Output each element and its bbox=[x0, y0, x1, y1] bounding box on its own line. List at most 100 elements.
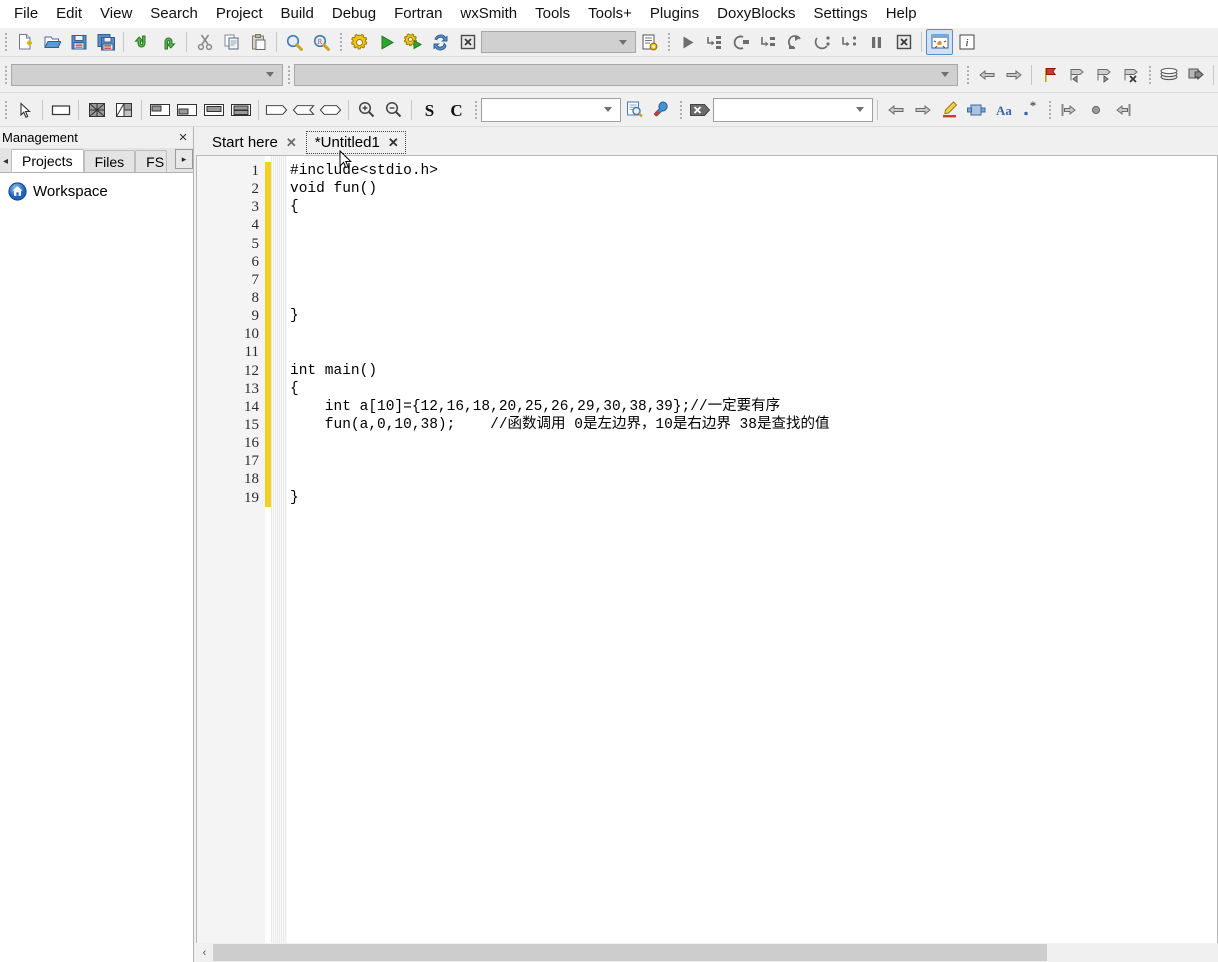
fold-margin[interactable] bbox=[271, 156, 287, 943]
debug-next-instruction-icon[interactable] bbox=[809, 29, 836, 55]
redo-icon[interactable] bbox=[155, 29, 182, 55]
scrollbar-thumb[interactable] bbox=[213, 944, 1048, 961]
toolbar-grip[interactable] bbox=[2, 31, 9, 53]
code-line[interactable]: } bbox=[287, 489, 1217, 507]
spacer-both-icon[interactable] bbox=[317, 97, 344, 123]
find-icon[interactable] bbox=[281, 29, 308, 55]
build-target-combo[interactable] bbox=[481, 31, 636, 53]
replace-icon[interactable]: R bbox=[308, 29, 335, 55]
code-line[interactable]: { bbox=[287, 380, 1217, 398]
debug-run-to-cursor-icon[interactable] bbox=[701, 29, 728, 55]
horizontal-scrollbar[interactable]: ‹ bbox=[196, 943, 1218, 962]
code-text[interactable]: #include<stdio.h> void fun(){} int main(){… bbox=[287, 156, 1217, 943]
scroll-left-button[interactable]: ‹ bbox=[196, 944, 213, 961]
menu-fortran[interactable]: Fortran bbox=[385, 2, 451, 26]
run-icon[interactable] bbox=[373, 29, 400, 55]
menu-help[interactable]: Help bbox=[877, 2, 926, 26]
bookmark-next-icon[interactable] bbox=[1000, 62, 1027, 88]
debug-next-line-icon[interactable] bbox=[728, 29, 755, 55]
tree-item-workspace[interactable]: Workspace bbox=[4, 179, 193, 203]
bookmark-previous-icon[interactable] bbox=[1063, 62, 1090, 88]
code-line[interactable] bbox=[287, 434, 1217, 452]
fortran-c-icon[interactable]: C bbox=[443, 97, 470, 123]
clear-search-icon[interactable] bbox=[686, 97, 713, 123]
toolbar-grip[interactable] bbox=[665, 31, 672, 53]
code-line[interactable] bbox=[287, 289, 1217, 307]
debug-info-icon[interactable]: i bbox=[953, 29, 980, 55]
code-editor[interactable]: 1 2 3 4 5 6 7 8 9 10 11 12 13 14 15 16 17 18 19 #include<s… bbox=[196, 155, 1218, 943]
bookmark-forward-icon[interactable] bbox=[1090, 62, 1117, 88]
grid-sizer-icon[interactable] bbox=[83, 97, 110, 123]
search-declaration-icon[interactable] bbox=[621, 97, 648, 123]
zoom-in-icon[interactable] bbox=[353, 97, 380, 123]
menu-tools[interactable]: Tools bbox=[526, 2, 579, 26]
match-case-icon[interactable]: Aa bbox=[990, 97, 1017, 123]
goto-input[interactable] bbox=[713, 97, 873, 122]
pointer-icon[interactable] bbox=[11, 97, 38, 123]
clear-bookmarks-icon[interactable] bbox=[1117, 62, 1144, 88]
menu-edit[interactable]: Edit bbox=[47, 2, 91, 26]
tabs-scroll-left[interactable]: ◂ bbox=[0, 150, 11, 172]
menu-project[interactable]: Project bbox=[207, 2, 272, 26]
goto-line-start-icon[interactable] bbox=[1055, 97, 1082, 123]
bookmark-prev-icon[interactable] bbox=[973, 62, 1000, 88]
tab-projects[interactable]: Projects bbox=[11, 149, 84, 172]
code-line[interactable] bbox=[287, 470, 1217, 488]
build-log-icon[interactable] bbox=[636, 29, 663, 55]
build-gear-icon[interactable] bbox=[346, 29, 373, 55]
scope-combo[interactable] bbox=[294, 63, 958, 86]
close-icon[interactable]: ✕ bbox=[286, 135, 297, 151]
debug-step-into-instruction-icon[interactable] bbox=[836, 29, 863, 55]
debug-continue-icon[interactable] bbox=[674, 29, 701, 55]
save-icon[interactable] bbox=[65, 29, 92, 55]
code-line[interactable] bbox=[287, 235, 1217, 253]
highlight-icon[interactable] bbox=[936, 97, 963, 123]
tab-fsymbols[interactable]: FS bbox=[135, 150, 168, 172]
code-line[interactable]: void fun() bbox=[287, 180, 1217, 198]
panel-icon[interactable] bbox=[47, 97, 74, 123]
toolbar-grip[interactable] bbox=[472, 99, 479, 121]
menu-build[interactable]: Build bbox=[272, 2, 323, 26]
debug-stop-icon[interactable] bbox=[890, 29, 917, 55]
fix-icon[interactable] bbox=[648, 97, 675, 123]
rebuild-icon[interactable] bbox=[427, 29, 454, 55]
regex-icon[interactable]: * bbox=[1017, 97, 1044, 123]
nav-back-icon[interactable] bbox=[882, 97, 909, 123]
toolbar-grip[interactable] bbox=[677, 99, 684, 121]
paste-icon[interactable] bbox=[245, 29, 272, 55]
code-line[interactable]: fun(a,0,10,38); //函数调用 0是左边界，10是右边界 38是查… bbox=[287, 416, 1217, 434]
editor-tab-untitled1[interactable]: *Untitled1 ✕ bbox=[304, 130, 407, 155]
symbols-combo[interactable] bbox=[11, 63, 283, 86]
debugging-windows-icon[interactable] bbox=[926, 29, 953, 55]
toolbar-grip[interactable] bbox=[1046, 99, 1053, 121]
open-file-icon[interactable] bbox=[38, 29, 65, 55]
box-sizer-left-icon[interactable] bbox=[173, 97, 200, 123]
code-line[interactable] bbox=[287, 271, 1217, 289]
code-line[interactable]: int main() bbox=[287, 362, 1217, 380]
menu-doxyblocks[interactable]: DoxyBlocks bbox=[708, 2, 804, 26]
editor-tab-start-here[interactable]: Start here ✕ bbox=[202, 130, 305, 155]
debug-step-into-icon[interactable] bbox=[755, 29, 782, 55]
abort-icon[interactable] bbox=[454, 29, 481, 55]
toolbar-grip[interactable] bbox=[2, 99, 9, 121]
code-line[interactable]: { bbox=[287, 198, 1217, 216]
spacer-right-icon[interactable] bbox=[263, 97, 290, 123]
tabs-scroll-right[interactable]: ▸ bbox=[175, 149, 193, 169]
code-line[interactable]: int a[10]={12,16,18,20,25,26,29,30,38,39… bbox=[287, 398, 1217, 416]
code-line[interactable] bbox=[287, 325, 1217, 343]
cut-icon[interactable] bbox=[191, 29, 218, 55]
menu-view[interactable]: View bbox=[91, 2, 141, 26]
flex-grid-sizer-icon[interactable] bbox=[110, 97, 137, 123]
toolbar-grip[interactable] bbox=[1146, 64, 1153, 86]
scrollbar-track[interactable] bbox=[213, 944, 1218, 961]
code-line[interactable] bbox=[287, 343, 1217, 361]
close-icon[interactable]: × bbox=[173, 129, 193, 147]
close-icon[interactable]: ✕ bbox=[388, 135, 399, 151]
menu-plugins[interactable]: Plugins bbox=[641, 2, 708, 26]
code-line[interactable]: #include<stdio.h> bbox=[287, 162, 1217, 180]
debug-break-icon[interactable] bbox=[863, 29, 890, 55]
doxyblocks-icon[interactable] bbox=[1155, 62, 1182, 88]
tab-files[interactable]: Files bbox=[83, 150, 136, 172]
search-input[interactable] bbox=[481, 97, 621, 122]
code-line[interactable] bbox=[287, 216, 1217, 234]
